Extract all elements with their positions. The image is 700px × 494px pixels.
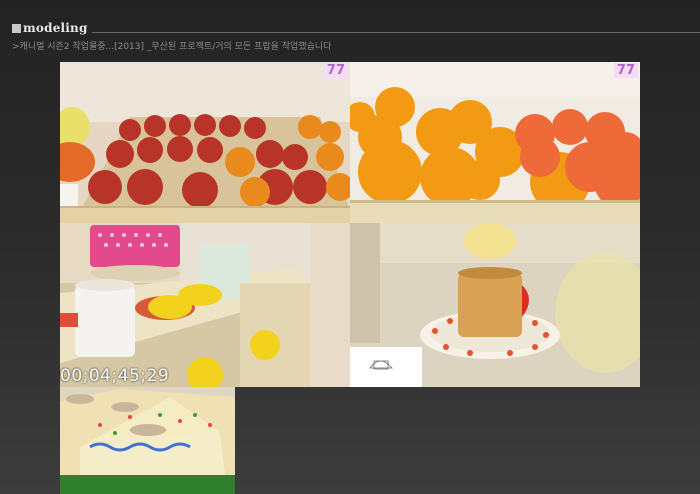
oranges-render-image: 77 <box>350 62 640 223</box>
title-square-icon <box>12 23 21 33</box>
teacup-render-image <box>350 223 640 387</box>
video-timecode: 00;04;45;29 <box>60 366 170 386</box>
frame-count-badge: 77 <box>613 63 638 78</box>
page-subtitle: >캐니멀 시즌2 작업물중...[2013] _무산된 프로젝트/거의 모든 프… <box>12 42 332 52</box>
frame-count-badge: 77 <box>323 63 348 78</box>
toy-kitchen-render-image <box>60 223 350 387</box>
toy-cake-render-image <box>60 387 235 494</box>
title-divider <box>92 32 700 33</box>
page-header: modeling >캐니멀 시즌2 작업물중...[2013] _무산된 프로젝… <box>12 18 700 58</box>
page-title: modeling <box>23 21 88 35</box>
apples-render-image: 77 <box>60 62 350 223</box>
